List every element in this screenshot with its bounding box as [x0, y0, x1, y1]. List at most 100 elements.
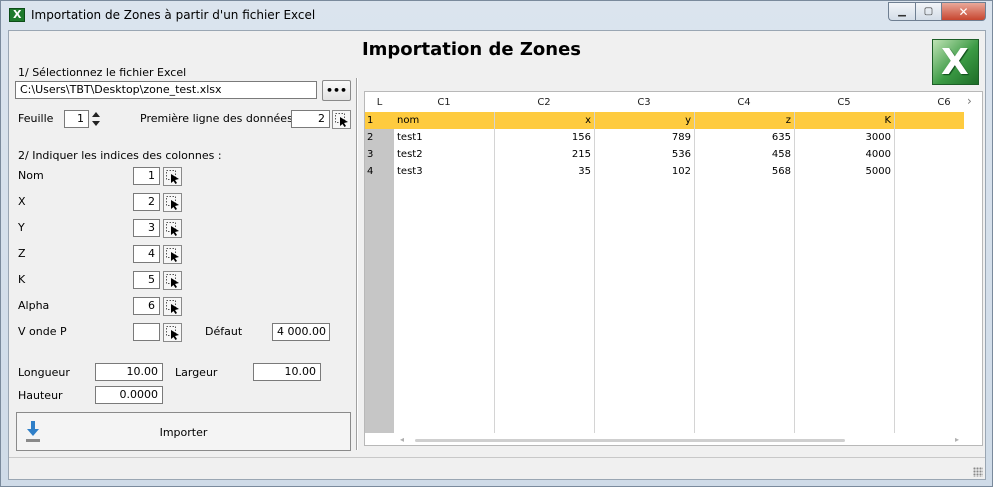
column-label-x: X: [18, 195, 26, 208]
hauteur-label: Hauteur: [18, 389, 63, 402]
cursor-pick-icon: [166, 274, 179, 288]
app-window: Importation de Zones à partir d'un fichi…: [0, 0, 993, 487]
title-bar: Importation de Zones à partir d'un fichi…: [1, 1, 992, 29]
horizontal-scrollbar[interactable]: ◂ ▸: [400, 433, 965, 445]
column-label-k: K: [18, 273, 26, 286]
import-button[interactable]: Importer: [16, 412, 351, 451]
column-label-y: Y: [18, 221, 25, 234]
pick-y-button[interactable]: [163, 219, 182, 238]
scroll-right-small-icon[interactable]: ▸: [955, 435, 959, 444]
column-divider: [894, 112, 895, 433]
column-index-y[interactable]: 3: [133, 219, 160, 237]
client-area: Importation de Zones 1/ Sélectionnez le …: [8, 30, 986, 480]
grid-cell[interactable]: 5000: [794, 163, 894, 180]
page-title: Importation de Zones: [361, 39, 582, 60]
column-index-x[interactable]: 2: [133, 193, 160, 211]
data-grid[interactable]: L C1 C2 C3 C4 C5 C6 › 1 2 3 4 nom x y z …: [364, 91, 983, 446]
grid-cell[interactable]: z: [694, 112, 794, 129]
column-label-z: Z: [18, 247, 26, 260]
longueur-label: Longueur: [18, 366, 70, 379]
excel-logo-icon: [932, 39, 979, 85]
column-index-z[interactable]: 4: [133, 245, 160, 263]
grid-cell[interactable]: 635: [694, 129, 794, 146]
window-title: Importation de Zones à partir d'un fichi…: [31, 8, 316, 22]
scrollbar-thumb[interactable]: [415, 439, 845, 442]
column-label-nom: Nom: [18, 169, 44, 182]
window-controls: ▁ ▢ ✕: [888, 2, 986, 21]
grid-column-header[interactable]: C1: [394, 94, 494, 112]
resize-grip-icon[interactable]: [973, 467, 983, 477]
cursor-pick-icon: [166, 170, 179, 184]
row-header-column: 1 2 3 4: [365, 112, 394, 433]
grid-cell[interactable]: 789: [594, 129, 694, 146]
default-value-field[interactable]: 4 000.00: [272, 323, 330, 341]
grid-cell[interactable]: 35: [494, 163, 594, 180]
grid-cell[interactable]: 4000: [794, 146, 894, 163]
grid-cell[interactable]: 568: [694, 163, 794, 180]
spin-up-icon[interactable]: [90, 110, 103, 119]
sheet-label: Feuille: [18, 112, 54, 125]
grid-corner-header: L: [376, 97, 383, 108]
column-label-v-onde-p: V onde P: [18, 325, 67, 338]
grid-cell[interactable]: 3000: [794, 129, 894, 146]
file-path-field[interactable]: C:\Users\TBT\Desktop\zone_test.xlsx: [15, 81, 317, 99]
largeur-label: Largeur: [175, 366, 218, 379]
excel-app-icon: [9, 8, 25, 22]
grid-column-header[interactable]: C4: [694, 94, 794, 112]
grid-cell[interactable]: test1: [394, 129, 494, 146]
minimize-button[interactable]: ▁: [888, 2, 915, 21]
scroll-right-icon[interactable]: ›: [967, 94, 972, 108]
pick-z-button[interactable]: [163, 245, 182, 264]
row-number[interactable]: 2: [365, 129, 394, 146]
grid-cell[interactable]: 215: [494, 146, 594, 163]
cursor-pick-icon: [166, 222, 179, 236]
grid-cell[interactable]: 458: [694, 146, 794, 163]
grid-cell[interactable]: 156: [494, 129, 594, 146]
pick-nom-button[interactable]: [163, 167, 182, 186]
column-index-alpha[interactable]: 6: [133, 297, 160, 315]
largeur-field[interactable]: 10.00: [253, 363, 321, 381]
grid-cell[interactable]: 536: [594, 146, 694, 163]
close-button[interactable]: ✕: [942, 2, 986, 21]
pick-x-button[interactable]: [163, 193, 182, 212]
grid-column-header[interactable]: C3: [594, 94, 694, 112]
row-number[interactable]: 3: [365, 146, 394, 163]
grid-cell[interactable]: 102: [594, 163, 694, 180]
grid-cell[interactable]: test3: [394, 163, 494, 180]
hauteur-field[interactable]: 0.0000: [95, 386, 163, 404]
status-separator: [9, 457, 985, 458]
grid-cell[interactable]: nom: [394, 112, 494, 129]
cursor-pick-icon: [166, 248, 179, 262]
column-index-v-onde-p[interactable]: [133, 323, 160, 341]
longueur-field[interactable]: 10.00: [95, 363, 163, 381]
pick-k-button[interactable]: [163, 271, 182, 290]
grid-column-header[interactable]: C2: [494, 94, 594, 112]
column-label-alpha: Alpha: [18, 299, 50, 312]
cursor-pick-icon: [166, 300, 179, 314]
cursor-pick-icon: [166, 196, 179, 210]
grid-column-header[interactable]: C5: [794, 94, 894, 112]
sheet-field[interactable]: 1: [64, 110, 89, 128]
first-row-label: Première ligne des données: [140, 112, 293, 125]
grid-cell[interactable]: y: [594, 112, 694, 129]
sheet-spinner[interactable]: [90, 110, 103, 129]
grid-cell[interactable]: K: [794, 112, 894, 129]
spin-down-icon[interactable]: [90, 119, 103, 128]
column-index-k[interactable]: 5: [133, 271, 160, 289]
first-row-field[interactable]: 2: [291, 110, 330, 128]
row-number[interactable]: 1: [365, 112, 394, 129]
first-row-pick-button[interactable]: [332, 110, 351, 129]
pick-v-onde-p-button[interactable]: [163, 323, 182, 342]
scroll-left-icon[interactable]: ◂: [400, 435, 404, 444]
row-number[interactable]: 4: [365, 163, 394, 180]
maximize-button[interactable]: ▢: [915, 2, 942, 21]
pick-alpha-button[interactable]: [163, 297, 182, 316]
default-label: Défaut: [205, 325, 243, 338]
grid-cell[interactable]: x: [494, 112, 594, 129]
column-index-nom[interactable]: 1: [133, 167, 160, 185]
import-button-label: Importer: [159, 426, 208, 439]
cursor-pick-icon: [166, 326, 179, 340]
panel-divider: [356, 78, 358, 450]
grid-cell[interactable]: test2: [394, 146, 494, 163]
browse-button[interactable]: •••: [322, 80, 351, 101]
